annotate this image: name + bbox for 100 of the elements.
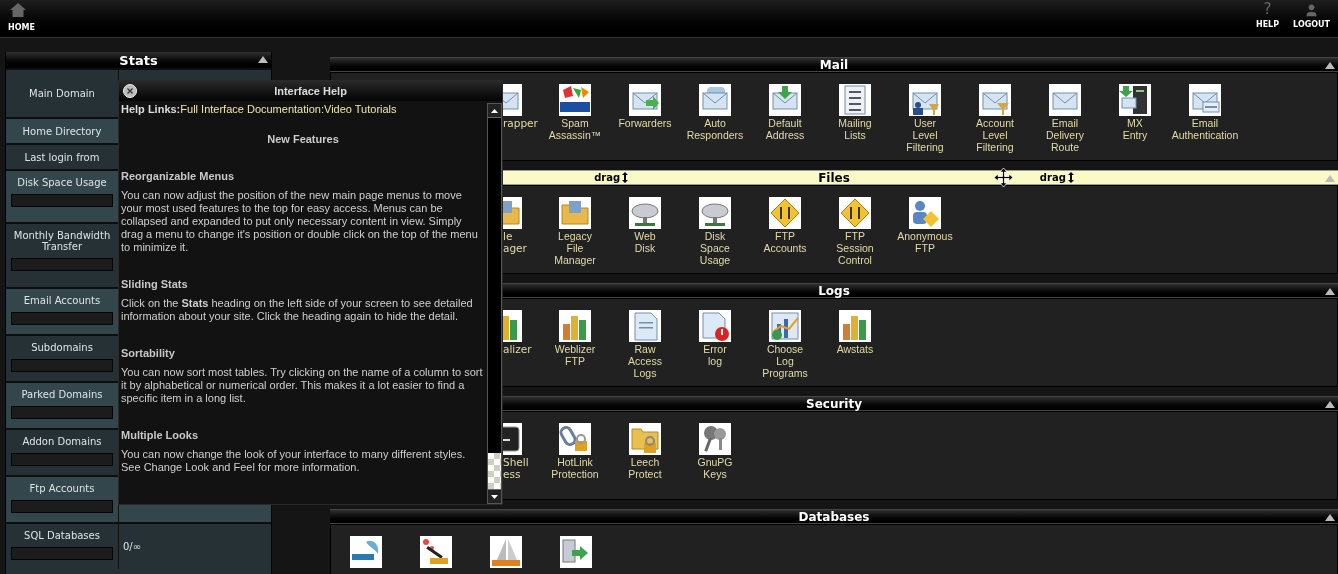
- tool-link[interactable]: FTP Accounts: [763, 230, 807, 254]
- tool-link[interactable]: Choose Log Programs: [762, 343, 808, 379]
- stats-header[interactable]: Stats: [6, 52, 271, 68]
- tool-link[interactable]: GnuPG Keys: [697, 456, 733, 480]
- section-title: Security: [806, 397, 862, 410]
- bar-chart-icon: [559, 310, 591, 342]
- dialog-title: Interface Help: [274, 83, 347, 99]
- drag-hint: drag: [594, 171, 621, 185]
- up-down-arrow-icon: [622, 172, 629, 183]
- tool-link[interactable]: Web Disk: [634, 230, 656, 254]
- tool-label[interactable]: alizer: [503, 343, 532, 355]
- collapse-triangle-icon[interactable]: [1325, 288, 1335, 295]
- keys-icon: [699, 423, 731, 455]
- stat-label: SQL Databases: [23, 530, 101, 541]
- stat-value: 0/∞: [123, 540, 142, 554]
- document-icon: [629, 310, 661, 342]
- tool-link[interactable]: Mailing Lists: [838, 117, 872, 141]
- user-icon[interactable]: [1304, 3, 1320, 18]
- section-header[interactable]: Mail: [330, 57, 1338, 72]
- topic-text: You can now change the look of your interface to many different styles. See Change Look and Feel for more information.: [121, 448, 467, 474]
- tool-link[interactable]: Default Address: [765, 117, 805, 141]
- tool-label[interactable]: Shell ess: [503, 456, 529, 480]
- chain-padlock-icon: [559, 423, 591, 455]
- section-title: Mail: [819, 58, 849, 71]
- envelope-form-icon: [1189, 84, 1221, 116]
- stat-label: Parked Domains: [20, 389, 104, 400]
- tool-link[interactable]: Email Authentication: [1171, 117, 1239, 141]
- folder-icon: [503, 197, 522, 229]
- people-icon: [909, 197, 941, 229]
- stat-label: Addon Domains: [21, 436, 103, 447]
- stat-label: Last login from: [23, 151, 101, 163]
- collapse-triangle-icon[interactable]: [1325, 401, 1335, 408]
- logout-link[interactable]: LOGOUT: [1293, 21, 1330, 29]
- tool-link[interactable]: Error log: [703, 343, 727, 367]
- tool-link[interactable]: MX Entry: [1122, 117, 1148, 141]
- tool-link[interactable]: Forwarders: [618, 117, 672, 129]
- home-link[interactable]: HOME: [8, 24, 35, 32]
- help-heading: New Features: [267, 133, 339, 146]
- envelope-icon: [503, 84, 522, 116]
- tool-link[interactable]: Weblizer FTP: [554, 343, 596, 367]
- topic-title: Sortability: [121, 347, 176, 360]
- tool-link[interactable]: Legacy File Manager: [554, 230, 596, 266]
- envelope-person-icon: [909, 84, 941, 116]
- section-header[interactable]: Databases: [330, 509, 1338, 524]
- folder-padlock-icon: [629, 423, 661, 455]
- scrollbar[interactable]: [487, 103, 502, 504]
- scroll-thumb[interactable]: [488, 453, 501, 489]
- envelope-funnel-icon: [979, 84, 1011, 116]
- logo-icon: [559, 84, 591, 116]
- diamond-arrows-icon: [839, 197, 871, 229]
- topic-text: You can now adjust the position of the new main page menus to move your most used features to the top for easy access. Menus can be collapsed and expanded to put only necessary content in view. Simply drag a menu to change it's position or double click on the top of the menu to minimize it.: [121, 189, 479, 254]
- tool-link[interactable]: Account Level Filtering: [976, 117, 1014, 153]
- magic-wand-icon: [420, 536, 452, 568]
- stat-label: Disk Space Usage: [16, 177, 108, 188]
- collapse-triangle-icon[interactable]: [1325, 62, 1335, 69]
- tool-link[interactable]: HotLink Protection: [551, 456, 599, 480]
- topic-text: Click on the Stats heading on the left side of your screen to see detailed information about your site. Click the heading again to hide the detail.: [121, 297, 474, 323]
- tool-link[interactable]: Email Delivery Route: [1046, 117, 1084, 153]
- collapse-triangle-icon[interactable]: [1325, 514, 1335, 521]
- home-icon[interactable]: [10, 3, 26, 17]
- disk-drive-icon: [629, 197, 661, 229]
- help-links-label: Help Links:: [121, 103, 181, 116]
- tool-link[interactable]: Spam Assassin™: [548, 117, 602, 141]
- tool-link[interactable]: Disk Space Usage: [699, 230, 731, 266]
- tool-link[interactable]: User Level Filtering: [906, 117, 944, 153]
- tool-link[interactable]: Awstats: [836, 343, 874, 355]
- up-down-arrow-icon: [1067, 172, 1074, 183]
- tool-link[interactable]: FTP Session Control: [836, 230, 874, 266]
- tool-link[interactable]: Anonymous FTP: [897, 230, 953, 254]
- stat-label: Ftp Accounts: [28, 483, 96, 494]
- documentation-link[interactable]: Full Interface Documentation: [180, 103, 321, 116]
- link-separator: :: [320, 103, 324, 116]
- scroll-down-icon[interactable]: [488, 489, 501, 503]
- collapse-triangle-icon[interactable]: [258, 56, 268, 63]
- stat-label: Monthly Bandwidth Transfer: [12, 230, 112, 252]
- tool-link[interactable]: Leech Protect: [628, 456, 662, 480]
- stats-title: Stats: [119, 53, 158, 67]
- bar-chart-icon: [503, 310, 522, 342]
- help-link[interactable]: HELP: [1255, 21, 1280, 29]
- stat-label: Subdomains: [30, 342, 94, 353]
- close-icon[interactable]: [123, 84, 137, 98]
- topic-title: Multiple Looks: [121, 429, 199, 442]
- tool-label[interactable]: le ager: [503, 230, 527, 254]
- envelope-speech-bubble-icon: [699, 84, 731, 116]
- section-title: Logs: [818, 284, 850, 297]
- sailboat-logo-icon: [490, 536, 522, 568]
- scroll-up-icon[interactable]: [488, 104, 501, 118]
- tool-link[interactable]: Auto Responders: [686, 117, 744, 141]
- chart-icon: [769, 310, 801, 342]
- stat-label: Home Directory: [21, 125, 103, 137]
- tool-label[interactable]: rapper: [503, 117, 538, 129]
- topic-title: Sliding Stats: [121, 278, 189, 291]
- stat-label: Email Accounts: [22, 295, 102, 306]
- video-tutorials-link[interactable]: Video Tutorials: [324, 103, 397, 116]
- diamond-arrows-icon: [769, 197, 801, 229]
- list-document-icon: [839, 84, 871, 116]
- folder-icon: [559, 197, 591, 229]
- disk-drive-icon: [699, 197, 731, 229]
- tool-link[interactable]: Raw Access Logs: [628, 343, 662, 379]
- envelope-icon: [1049, 84, 1081, 116]
